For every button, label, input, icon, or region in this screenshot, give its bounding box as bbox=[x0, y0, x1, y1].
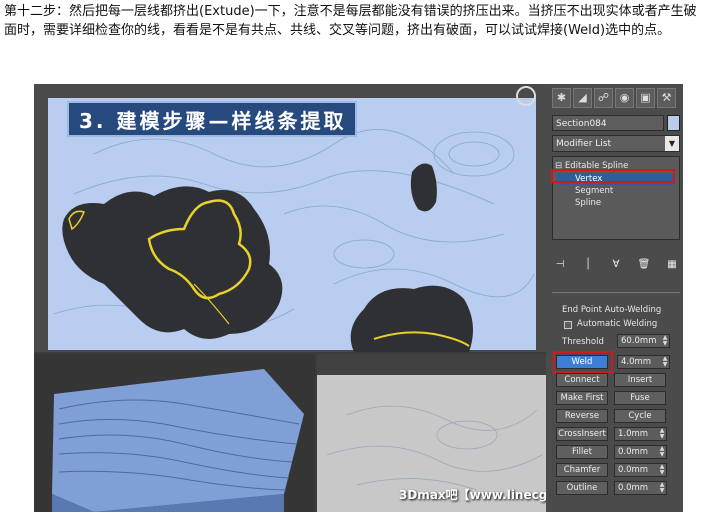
connect-button[interactable]: Connect bbox=[556, 373, 608, 387]
fillet-spinner[interactable]: 0.0mm ▲ ▼ bbox=[614, 445, 667, 459]
remove-modifier-icon[interactable]: 🗑 bbox=[636, 258, 652, 272]
utilities-icon[interactable]: ⚒ bbox=[657, 88, 676, 108]
cycle-button[interactable]: Cycle bbox=[614, 409, 666, 423]
spinner-arrows-icon[interactable]: ▲ ▼ bbox=[658, 482, 666, 494]
step-banner: 3. 建模步骤—样线条提取 bbox=[67, 101, 357, 137]
spinner-arrows-icon[interactable]: ▲ ▼ bbox=[661, 356, 669, 368]
modify-icon[interactable]: ◢ bbox=[573, 88, 592, 108]
outline-button[interactable]: Outline bbox=[556, 481, 608, 495]
chevron-down-icon[interactable]: ▼ bbox=[665, 136, 679, 151]
hierarchy-icon[interactable]: ☍ bbox=[594, 88, 613, 108]
threshold-spinner[interactable]: 60.0mm ▲ ▼ bbox=[617, 334, 670, 348]
weld-threshold-spinner[interactable]: 4.0mm ▲ ▼ bbox=[617, 355, 670, 369]
chamfer-spinner[interactable]: 0.0mm ▲ ▼ bbox=[614, 463, 667, 477]
chamfer-button[interactable]: Chamfer bbox=[556, 463, 608, 477]
reverse-button[interactable]: Reverse bbox=[556, 409, 608, 423]
auto-weld-group-label: End Point Auto-Welding bbox=[562, 305, 662, 315]
object-color-swatch[interactable] bbox=[667, 115, 680, 131]
spinner-arrows-icon[interactable]: ▲ ▼ bbox=[658, 446, 666, 458]
show-end-result-icon[interactable]: │ bbox=[580, 258, 596, 272]
top-viewport[interactable]: 3. 建模步骤—样线条提取 bbox=[34, 84, 546, 352]
stack-sub-label: Segment bbox=[575, 186, 614, 196]
fillet-value: 0.0mm bbox=[618, 447, 649, 457]
cross-insert-value: 1.0mm bbox=[618, 429, 649, 439]
outline-spinner[interactable]: 0.0mm ▲ ▼ bbox=[614, 481, 667, 495]
geometry-rollout: End Point Auto-Welding Automatic Welding… bbox=[552, 292, 680, 512]
configure-sets-icon[interactable]: ▦ bbox=[664, 258, 680, 272]
weld-value: 4.0mm bbox=[621, 357, 652, 367]
command-panel: ✱ ◢ ☍ ◉ ▣ ⚒ Section084 Modifier List ▼ ⊟… bbox=[546, 84, 683, 512]
motion-icon[interactable]: ◉ bbox=[615, 88, 634, 108]
modifier-list-label: Modifier List bbox=[556, 139, 611, 149]
insert-button[interactable]: Insert bbox=[614, 373, 666, 387]
fuse-button[interactable]: Fuse bbox=[614, 391, 666, 405]
stack-sub-label: Spline bbox=[575, 198, 602, 208]
stack-item-spline[interactable]: Spline bbox=[575, 197, 601, 209]
cross-insert-spinner[interactable]: 1.0mm ▲ ▼ bbox=[614, 427, 667, 441]
viewport-nav-icon[interactable] bbox=[516, 86, 536, 106]
pin-stack-icon[interactable]: ⊣ bbox=[552, 258, 568, 272]
intro-paragraph: 第十二步：然后把每一层线都挤出(Extude)一下，注意不是每层都能没有错误的挤… bbox=[4, 4, 697, 38]
cross-insert-button[interactable]: CrossInsert bbox=[556, 427, 608, 441]
threshold-label: Threshold bbox=[562, 337, 604, 347]
spinner-arrows-icon[interactable]: ▲ ▼ bbox=[661, 335, 669, 347]
stack-item-segment[interactable]: Segment bbox=[575, 185, 613, 197]
spinner-arrows-icon[interactable]: ▲ ▼ bbox=[658, 464, 666, 476]
weld-highlight-box bbox=[553, 351, 613, 373]
command-panel-tabs: ✱ ◢ ☍ ◉ ▣ ⚒ bbox=[552, 88, 676, 110]
stack-toolbar: ⊣ │ ∀ 🗑 ▦ bbox=[552, 258, 680, 274]
object-name-field[interactable]: Section084 bbox=[552, 115, 664, 131]
chamfer-value: 0.0mm bbox=[618, 465, 649, 475]
outline-value: 0.0mm bbox=[618, 483, 649, 493]
automatic-welding-checkbox[interactable] bbox=[564, 321, 572, 329]
create-icon[interactable]: ✱ bbox=[552, 88, 571, 108]
spinner-arrows-icon[interactable]: ▲ ▼ bbox=[658, 428, 666, 440]
perspective-viewport[interactable] bbox=[34, 354, 315, 512]
display-icon[interactable]: ▣ bbox=[636, 88, 655, 108]
automatic-welding-label: Automatic Welding bbox=[577, 319, 658, 329]
threshold-value: 60.0mm bbox=[621, 336, 657, 346]
make-unique-icon[interactable]: ∀ bbox=[608, 258, 624, 272]
extruded-terrain-render bbox=[52, 369, 304, 512]
modifier-list-dropdown[interactable]: Modifier List ▼ bbox=[552, 135, 680, 152]
vertex-highlight-box bbox=[551, 169, 675, 183]
fillet-button[interactable]: Fillet bbox=[556, 445, 608, 459]
max-screenshot: 3. 建模步骤—样线条提取 3Dmax吧【www.linecg.com/tieb… bbox=[34, 84, 683, 512]
make-first-button[interactable]: Make First bbox=[556, 391, 608, 405]
